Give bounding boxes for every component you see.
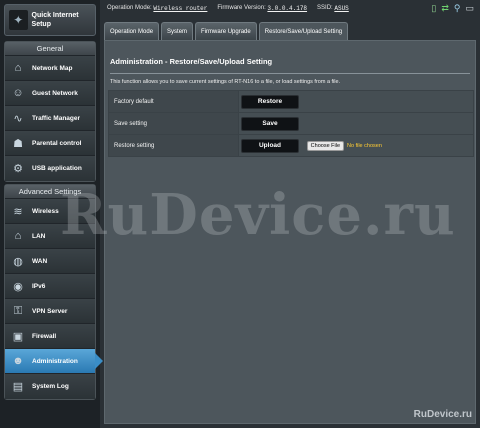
- sidebar-item-guest-network[interactable]: ☺ Guest Network: [5, 81, 95, 106]
- qis-label: Quick Internet Setup: [31, 12, 79, 28]
- usb-status-icon[interactable]: ⚲: [454, 3, 461, 14]
- sidebar-item-vpn-server[interactable]: ⚿ VPN Server: [5, 299, 95, 324]
- page-title: Administration - Restore/Save/Upload Set…: [110, 57, 273, 66]
- general-menu: General ⌂ Network Map ☺ Guest Network ∿ Tra…: [4, 41, 96, 182]
- watermark: RuDevice.ru: [60, 182, 456, 248]
- table-row: Factory default Restore: [108, 90, 474, 113]
- sidebar-item-administration[interactable]: ☻ Administration: [5, 349, 103, 374]
- file-status: No file chosen: [347, 142, 382, 149]
- quick-internet-setup-button[interactable]: ✦ Quick Internet Setup: [4, 4, 96, 36]
- tab-operation-mode[interactable]: Operation Mode: [104, 22, 160, 40]
- general-title: General: [5, 42, 95, 56]
- sidebar-item-firewall[interactable]: ▣ Firewall: [5, 324, 95, 349]
- op-mode-link[interactable]: Wireless router: [153, 5, 207, 12]
- wireless-icon: ≋: [13, 205, 23, 218]
- table-row: Restore setting Upload Choose File No fi…: [108, 134, 474, 157]
- firewall-icon: ▣: [12, 330, 24, 343]
- network-map-icon: ⌂: [14, 62, 22, 74]
- storage-icon[interactable]: ▭: [465, 3, 474, 14]
- ssid-link[interactable]: ASUS: [334, 5, 348, 12]
- sidebar-item-system-log[interactable]: ▤ System Log: [5, 374, 95, 399]
- parental-control-icon: ☗: [13, 137, 23, 150]
- firmware-label: Firmware Version:: [217, 5, 266, 11]
- tab-bar: Operation Mode System Firmware Upgrade R…: [104, 22, 349, 40]
- administration-icon: ☻: [12, 355, 24, 367]
- save-setting-label: Save setting: [108, 112, 239, 135]
- sidebar-item-network-map[interactable]: ⌂ Network Map: [5, 56, 95, 81]
- settings-table: Factory default Restore Save setting Sav…: [108, 90, 474, 157]
- page-description: This function allows you to save current…: [110, 79, 341, 85]
- upload-button[interactable]: Upload: [241, 138, 299, 153]
- op-mode-label: Operation Mode:: [107, 5, 152, 11]
- traffic-manager-icon: ∿: [13, 112, 23, 125]
- status-icons: ▯ ⇄ ⚲ ▭: [431, 3, 474, 14]
- table-row: Save setting Save: [108, 112, 474, 135]
- tab-system[interactable]: System: [161, 22, 194, 40]
- ipv6-icon: ◉: [13, 280, 23, 293]
- sidebar-item-usb-application[interactable]: ⚙ USB application: [5, 156, 95, 181]
- file-picker: Choose File No file chosen: [306, 140, 382, 151]
- restore-button[interactable]: Restore: [241, 94, 299, 109]
- watermark-small: RuDevice.ru: [413, 409, 472, 420]
- document-icon[interactable]: ▯: [431, 3, 436, 14]
- choose-file-button[interactable]: Choose File: [306, 140, 345, 151]
- restore-setting-label: Restore setting: [108, 134, 239, 157]
- guest-network-icon: ☺: [12, 87, 24, 99]
- ssid-label: SSID:: [317, 5, 333, 11]
- vpn-icon: ⚿: [13, 304, 23, 317]
- lan-icon: ⌂: [14, 230, 22, 242]
- status-bar: Operation Mode: Wireless router Firmware…: [104, 0, 480, 16]
- factory-default-label: Factory default: [108, 90, 239, 113]
- sidebar-item-traffic-manager[interactable]: ∿ Traffic Manager: [5, 106, 95, 131]
- usb-icon: ⚙: [13, 163, 23, 175]
- tab-firmware-upgrade[interactable]: Firmware Upgrade: [195, 22, 257, 40]
- wan-icon: ◍: [13, 255, 23, 268]
- firmware-link[interactable]: 3.0.0.4.178: [267, 5, 307, 12]
- network-icon[interactable]: ⇄: [441, 3, 449, 14]
- sidebar-item-ipv6[interactable]: ◉ IPv6: [5, 274, 95, 299]
- save-button[interactable]: Save: [241, 116, 299, 131]
- wizard-icon: ✦: [9, 10, 28, 30]
- tab-restore-save-upload[interactable]: Restore/Save/Upload Setting: [258, 22, 349, 40]
- sidebar-item-wan[interactable]: ◍ WAN: [5, 249, 95, 274]
- system-log-icon: ▤: [12, 381, 24, 393]
- sidebar-item-parental-control[interactable]: ☗ Parental control: [5, 131, 95, 156]
